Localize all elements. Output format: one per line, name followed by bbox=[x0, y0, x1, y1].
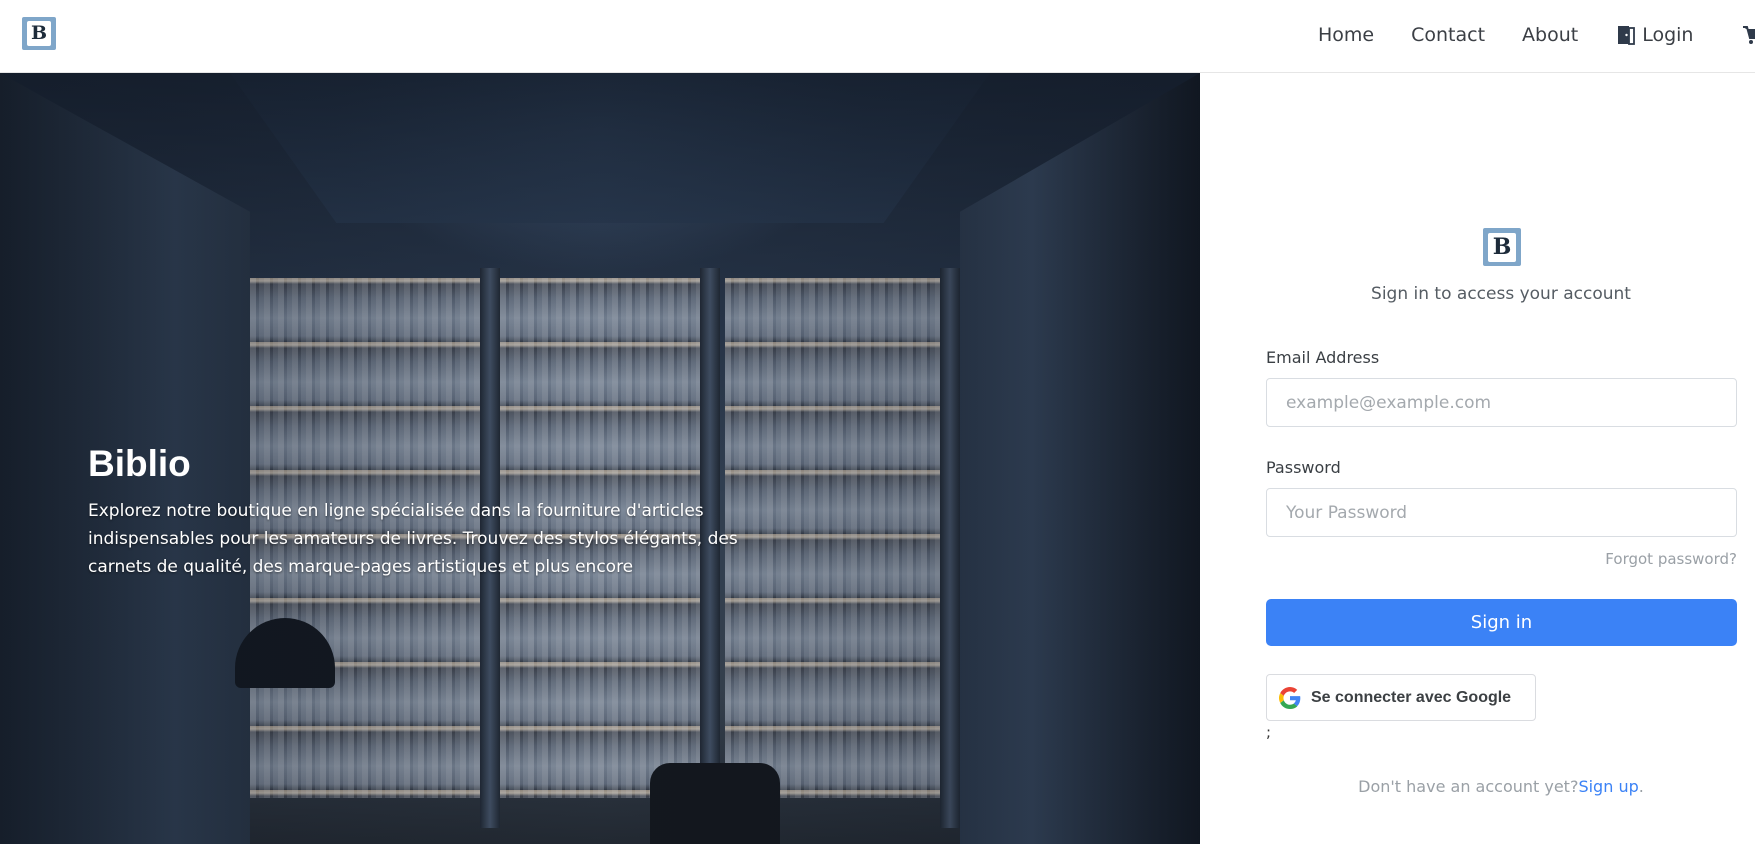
hero-title: Biblio bbox=[88, 443, 191, 484]
login-subtitle: Sign in to access your account bbox=[1371, 284, 1631, 304]
signup-link[interactable]: Sign up bbox=[1578, 777, 1638, 796]
cart-icon[interactable] bbox=[1742, 22, 1755, 46]
nav-login-link[interactable]: Login bbox=[1615, 24, 1693, 46]
nav-about-link[interactable]: About bbox=[1522, 24, 1578, 46]
brand-logo[interactable]: B bbox=[22, 17, 56, 50]
stray-semicolon: ; bbox=[1266, 723, 1272, 741]
nav-login-label: Login bbox=[1642, 24, 1694, 46]
nav-home-link[interactable]: Home bbox=[1318, 24, 1374, 46]
login-panel: B Sign in to access your account Email A… bbox=[1200, 73, 1755, 844]
signup-prompt-text: Don't have an account yet? bbox=[1358, 777, 1579, 796]
login-logo-letter: B bbox=[1488, 232, 1516, 262]
signup-suffix: . bbox=[1638, 777, 1644, 796]
nav-contact-link[interactable]: Contact bbox=[1411, 24, 1485, 46]
google-icon bbox=[1279, 686, 1301, 709]
forgot-password-link[interactable]: Forgot password? bbox=[1266, 550, 1737, 568]
signup-prompt: Don't have an account yet?Sign up. bbox=[1250, 777, 1752, 796]
door-icon bbox=[1615, 24, 1637, 46]
password-input[interactable] bbox=[1266, 488, 1737, 537]
top-navbar: B Home Contact About Login bbox=[0, 0, 1755, 73]
login-logo: B bbox=[1483, 228, 1521, 266]
sign-in-button[interactable]: Sign in bbox=[1266, 599, 1737, 646]
hero-description: Explorez notre boutique en ligne spécial… bbox=[88, 501, 738, 577]
password-label: Password bbox=[1266, 458, 1341, 477]
google-sign-in-button[interactable]: Se connecter avec Google bbox=[1266, 674, 1536, 721]
brand-logo-letter: B bbox=[27, 21, 51, 46]
email-label: Email Address bbox=[1266, 348, 1380, 367]
email-input[interactable] bbox=[1266, 378, 1737, 427]
nav-links: Home Contact About Login bbox=[1318, 0, 1730, 70]
google-button-label: Se connecter avec Google bbox=[1311, 688, 1512, 706]
hero-library-image: Biblio Explorez notre boutique en ligne … bbox=[0, 73, 1200, 844]
